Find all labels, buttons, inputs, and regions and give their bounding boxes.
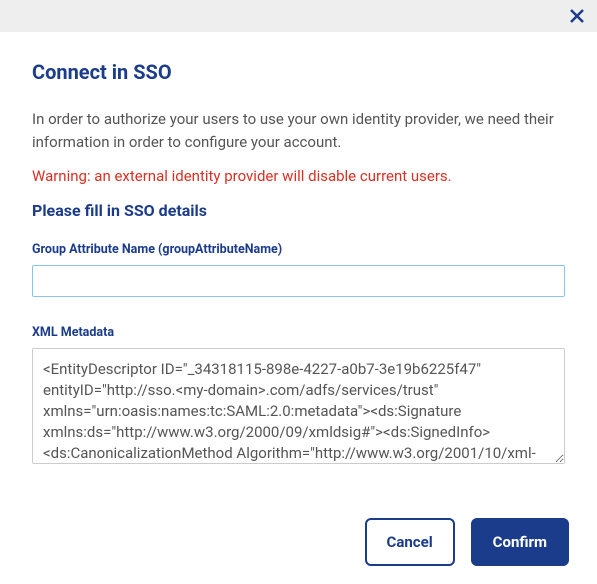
xml-metadata-textarea[interactable]: <EntityDescriptor ID="_34318115-898e-422…	[32, 348, 565, 464]
dialog-footer: Cancel Confirm	[365, 518, 569, 566]
dialog-header	[0, 0, 597, 32]
dialog-body: Connect in SSO In order to authorize you…	[0, 32, 597, 488]
dialog-description: In order to authorize your users to use …	[32, 108, 565, 153]
confirm-button[interactable]: Confirm	[471, 518, 569, 566]
group-attribute-input[interactable]	[32, 265, 565, 297]
dialog-warning: Warning: an external identity provider w…	[32, 167, 565, 185]
group-attribute-label: Group Attribute Name (groupAttributeName…	[32, 242, 565, 257]
dialog-subtitle: Please fill in SSO details	[32, 201, 565, 220]
close-icon	[569, 8, 585, 24]
dialog-title: Connect in SSO	[32, 60, 565, 84]
close-button[interactable]	[567, 6, 587, 26]
cancel-button[interactable]: Cancel	[365, 518, 455, 566]
xml-metadata-label: XML Metadata	[32, 325, 565, 340]
